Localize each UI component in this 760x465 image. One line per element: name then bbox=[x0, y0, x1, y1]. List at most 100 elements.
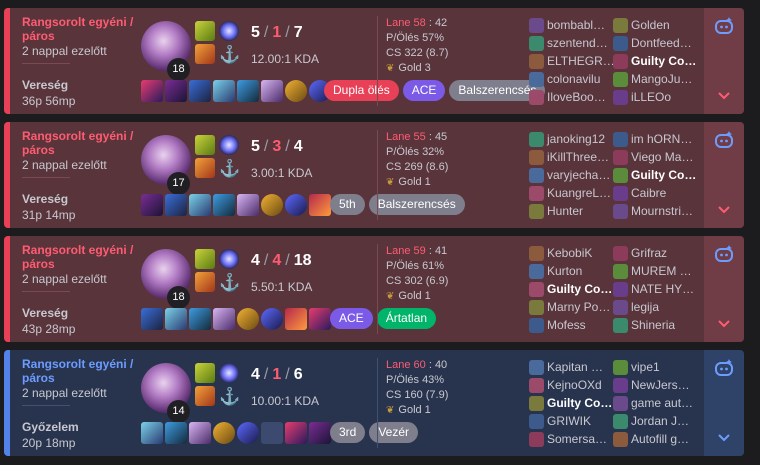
summoner-spell-ignite-icon[interactable] bbox=[195, 386, 215, 406]
keystone-rune-icon[interactable] bbox=[219, 21, 239, 41]
item-icon[interactable] bbox=[141, 422, 163, 444]
keystone-rune-icon[interactable] bbox=[219, 363, 239, 383]
player-entry[interactable]: Mournstri… bbox=[613, 202, 699, 220]
player-entry[interactable]: Marny Po… bbox=[529, 298, 615, 316]
player-entry[interactable]: Shineria bbox=[613, 316, 699, 334]
match-card[interactable]: Rangsorolt egyéni / páros 2 nappal ezelőt… bbox=[4, 350, 744, 456]
item-icon[interactable] bbox=[213, 194, 235, 216]
player-entry[interactable]: Golden bbox=[613, 16, 699, 34]
item-slot-empty[interactable] bbox=[261, 422, 283, 444]
item-icon[interactable] bbox=[237, 308, 259, 330]
item-icon[interactable] bbox=[237, 194, 259, 216]
player-entry[interactable]: iLLEOo bbox=[613, 88, 699, 106]
secondary-rune-icon[interactable]: ⚓ bbox=[219, 159, 240, 179]
player-entry[interactable]: NewJers… bbox=[613, 376, 699, 394]
item-icon[interactable] bbox=[189, 422, 211, 444]
player-entry[interactable]: KejnoOXd bbox=[529, 376, 615, 394]
ai-assistant-button[interactable] bbox=[704, 122, 744, 158]
item-icon[interactable] bbox=[213, 308, 235, 330]
player-entry[interactable]: legija bbox=[613, 298, 699, 316]
summoner-spell-flash-icon[interactable] bbox=[195, 249, 215, 269]
player-entry[interactable]: Viego Ma… bbox=[613, 148, 699, 166]
player-entry[interactable]: ELTHEGR… bbox=[529, 52, 615, 70]
player-entry[interactable]: Mofess bbox=[529, 316, 615, 334]
item-icon[interactable] bbox=[141, 80, 163, 102]
player-entry[interactable]: IloveBoo… bbox=[529, 88, 615, 106]
item-icon[interactable] bbox=[237, 80, 259, 102]
item-icon[interactable] bbox=[285, 422, 307, 444]
summoner-spell-flash-icon[interactable] bbox=[195, 21, 215, 41]
secondary-rune-icon[interactable]: ⚓ bbox=[219, 273, 240, 293]
summoner-spell-ignite-icon[interactable] bbox=[195, 44, 215, 64]
item-icon[interactable] bbox=[285, 194, 307, 216]
summoner-spell-flash-icon[interactable] bbox=[195, 363, 215, 383]
player-entry[interactable]: Grifraz bbox=[613, 244, 699, 262]
player-entry[interactable]: game aut… bbox=[613, 394, 699, 412]
player-entry[interactable]: Guilty Co… bbox=[613, 52, 699, 70]
expand-button[interactable] bbox=[717, 88, 731, 104]
player-entry[interactable]: NATE HY… bbox=[613, 280, 699, 298]
item-icon[interactable] bbox=[189, 80, 211, 102]
item-icon[interactable] bbox=[165, 422, 187, 444]
player-entry[interactable]: Kurton bbox=[529, 262, 615, 280]
ai-assistant-button[interactable] bbox=[704, 8, 744, 44]
player-entry[interactable]: MangoJu… bbox=[613, 70, 699, 88]
player-entry[interactable]: Guilty Co… bbox=[613, 166, 699, 184]
player-entry[interactable]: Hunter bbox=[529, 202, 615, 220]
keystone-rune-icon[interactable] bbox=[219, 135, 239, 155]
player-entry[interactable]: MUREM … bbox=[613, 262, 699, 280]
ai-assistant-button[interactable] bbox=[704, 350, 744, 386]
player-name: Guilty Co… bbox=[547, 396, 613, 410]
item-icon[interactable] bbox=[165, 80, 187, 102]
expand-button[interactable] bbox=[717, 430, 731, 446]
player-entry[interactable]: Caibre bbox=[613, 184, 699, 202]
summoner-spell-ignite-icon[interactable] bbox=[195, 272, 215, 292]
secondary-rune-icon[interactable]: ⚓ bbox=[219, 45, 240, 65]
player-entry[interactable]: colonavilu bbox=[529, 70, 615, 88]
item-icon[interactable] bbox=[285, 80, 307, 102]
player-entry[interactable]: Autofill g… bbox=[613, 430, 699, 448]
player-entry[interactable]: Jordan J… bbox=[613, 412, 699, 430]
match-card[interactable]: Rangsorolt egyéni / páros 2 nappal ezelőt… bbox=[4, 236, 744, 342]
player-entry[interactable]: GRIWIK bbox=[529, 412, 615, 430]
item-icon[interactable] bbox=[165, 308, 187, 330]
item-icon[interactable] bbox=[285, 308, 307, 330]
player-entry[interactable]: varyjecha… bbox=[529, 166, 615, 184]
player-entry[interactable]: KuangreL… bbox=[529, 184, 615, 202]
player-entry[interactable]: Dontfeed… bbox=[613, 34, 699, 52]
match-card[interactable]: Rangsorolt egyéni / páros 2 nappal ezelőt… bbox=[4, 122, 744, 228]
player-entry[interactable]: Guilty Co… bbox=[529, 280, 615, 298]
player-entry[interactable]: KebobiK bbox=[529, 244, 615, 262]
item-icon[interactable] bbox=[189, 194, 211, 216]
player-entry[interactable]: Guilty Co… bbox=[529, 394, 615, 412]
player-entry[interactable]: janoking12 bbox=[529, 130, 615, 148]
player-entry[interactable]: im hORN… bbox=[613, 130, 699, 148]
item-icon[interactable] bbox=[189, 308, 211, 330]
keystone-rune-icon[interactable] bbox=[219, 249, 239, 269]
item-icon[interactable] bbox=[165, 194, 187, 216]
item-icon[interactable] bbox=[237, 422, 259, 444]
item-icon[interactable] bbox=[309, 194, 331, 216]
player-entry[interactable]: Kapitan … bbox=[529, 358, 615, 376]
ai-assistant-button[interactable] bbox=[704, 236, 744, 272]
player-entry[interactable]: iKillThree… bbox=[529, 148, 615, 166]
item-icon[interactable] bbox=[213, 80, 235, 102]
item-icon[interactable] bbox=[309, 422, 331, 444]
item-icon[interactable] bbox=[141, 194, 163, 216]
summoner-spell-ignite-icon[interactable] bbox=[195, 158, 215, 178]
match-card[interactable]: Rangsorolt egyéni / páros 2 nappal ezelőt… bbox=[4, 8, 744, 114]
item-icon[interactable] bbox=[261, 308, 283, 330]
player-entry[interactable]: bombabl… bbox=[529, 16, 615, 34]
item-icon[interactable] bbox=[261, 194, 283, 216]
player-entry[interactable]: szentend… bbox=[529, 34, 615, 52]
expand-button[interactable] bbox=[717, 202, 731, 218]
item-icon[interactable] bbox=[309, 308, 331, 330]
summoner-spell-flash-icon[interactable] bbox=[195, 135, 215, 155]
expand-button[interactable] bbox=[717, 316, 731, 332]
item-icon[interactable] bbox=[261, 80, 283, 102]
item-icon[interactable] bbox=[141, 308, 163, 330]
player-entry[interactable]: Somersa… bbox=[529, 430, 615, 448]
player-entry[interactable]: vipe1 bbox=[613, 358, 699, 376]
item-icon[interactable] bbox=[213, 422, 235, 444]
secondary-rune-icon[interactable]: ⚓ bbox=[219, 387, 240, 407]
